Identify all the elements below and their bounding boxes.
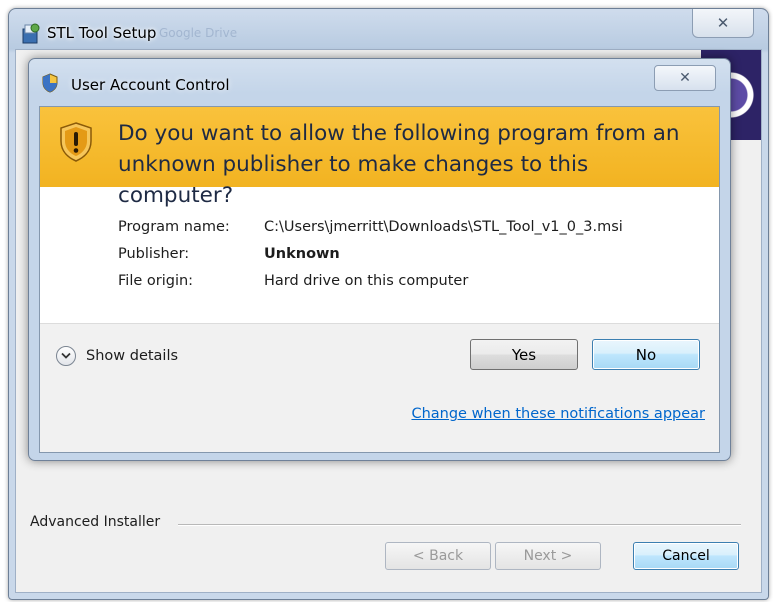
warning-band: Do you want to allow the following progr…	[40, 107, 719, 208]
advanced-installer-label: Advanced Installer	[30, 514, 161, 530]
chevron-down-icon	[56, 346, 76, 366]
close-icon: ✕	[679, 70, 691, 86]
close-icon: ✕	[716, 14, 730, 32]
warning-shield-icon	[58, 121, 94, 163]
yes-button[interactable]: Yes	[470, 339, 578, 370]
background-ghost-text: Google Drive	[159, 26, 238, 40]
uac-shield-icon	[41, 73, 59, 93]
file-origin-value: Hard drive on this computer	[264, 273, 469, 289]
cancel-button[interactable]: Cancel	[633, 542, 739, 570]
installer-app-icon	[21, 23, 41, 45]
installer-title: STL Tool Setup	[47, 24, 157, 42]
no-button[interactable]: No	[592, 339, 700, 370]
show-details-toggle[interactable]: Show details	[56, 346, 178, 366]
separator-line	[178, 524, 741, 526]
show-details-label: Show details	[86, 348, 179, 364]
program-name-value: C:\Users\jmerritt\Downloads\STL_Tool_v1_…	[264, 219, 623, 235]
uac-title: User Account Control	[71, 76, 230, 94]
file-origin-label: File origin:	[118, 273, 194, 289]
publisher-label: Publisher:	[118, 246, 190, 262]
notifications-settings-link[interactable]: Change when these notifications appear	[411, 406, 705, 422]
program-name-label: Program name:	[118, 219, 230, 235]
uac-question: Do you want to allow the following progr…	[118, 121, 680, 208]
next-button[interactable]: Next >	[495, 542, 601, 570]
uac-close-button[interactable]: ✕	[654, 65, 716, 91]
publisher-value: Unknown	[264, 246, 340, 262]
back-button[interactable]: < Back	[385, 542, 491, 570]
installer-close-button[interactable]: ✕	[692, 9, 754, 38]
uac-dialog: User Account Control ✕ Do you want to al…	[28, 58, 731, 461]
uac-body: Do you want to allow the following progr…	[39, 106, 720, 453]
uac-footer: Change when these notifications appear	[40, 388, 719, 452]
uac-button-area: Show details Yes No	[40, 323, 719, 389]
